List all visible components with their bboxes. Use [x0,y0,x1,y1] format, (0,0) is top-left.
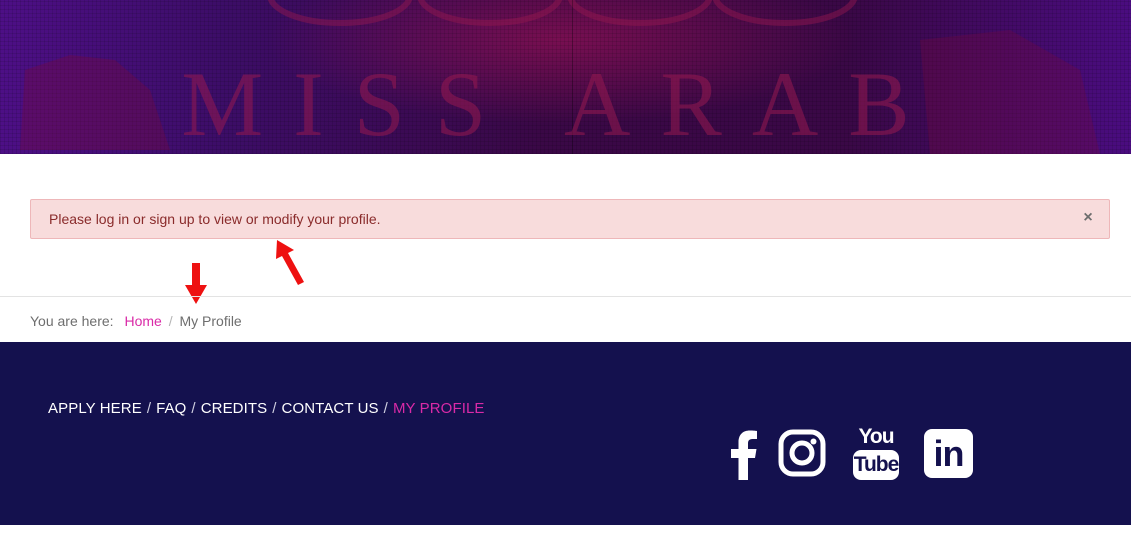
footer: APPLY HERE / FAQ / CREDITS / CONTACT US / MY PRO… [0,342,1131,525]
footer-link-credits[interactable]: CREDITS [201,400,268,417]
annotation-arrow-diagonal-icon [276,240,304,285]
facebook-icon[interactable] [718,428,768,480]
linkedin-icon[interactable]: in [924,429,973,478]
footer-nav-separator: / [383,400,388,417]
youtube-icon-top-text: You [858,425,894,448]
breadcrumb-current: My Profile [179,313,242,329]
footer-link-my-profile[interactable]: MY PROFILE [393,400,485,417]
footer-nav: APPLY HERE / FAQ / CREDITS / CONTACT US / MY PRO… [48,400,485,417]
login-required-alert: Please log in or sign up to view or modi… [30,199,1110,239]
breadcrumb-separator: / [168,313,173,329]
alert-message: Please log in or sign up to view or modi… [49,211,381,227]
footer-link-faq[interactable]: FAQ [156,400,186,417]
breadcrumb-label: You are here: [30,313,114,329]
footer-nav-separator: / [191,400,196,417]
instagram-icon[interactable] [777,428,827,480]
linkedin-icon-text: in [933,433,965,474]
breadcrumb: You are here: Home / My Profile [0,296,1131,342]
hero-banner: MISS ARAB [0,0,1131,154]
youtube-icon-bottom-text: Tube [853,450,899,480]
footer-link-contact-us[interactable]: CONTACT US [282,400,379,417]
footer-nav-separator: / [146,400,152,417]
page-bottom-strip [0,525,1131,542]
alert-close-button[interactable]: × [1081,200,1095,238]
footer-nav-separator: / [272,400,277,417]
breadcrumb-home-link[interactable]: Home [124,313,161,329]
hero-banner-text: MISS ARAB [181,53,940,154]
youtube-icon[interactable]: You Tube [851,426,901,482]
footer-link-apply-here[interactable]: APPLY HERE [48,400,142,417]
